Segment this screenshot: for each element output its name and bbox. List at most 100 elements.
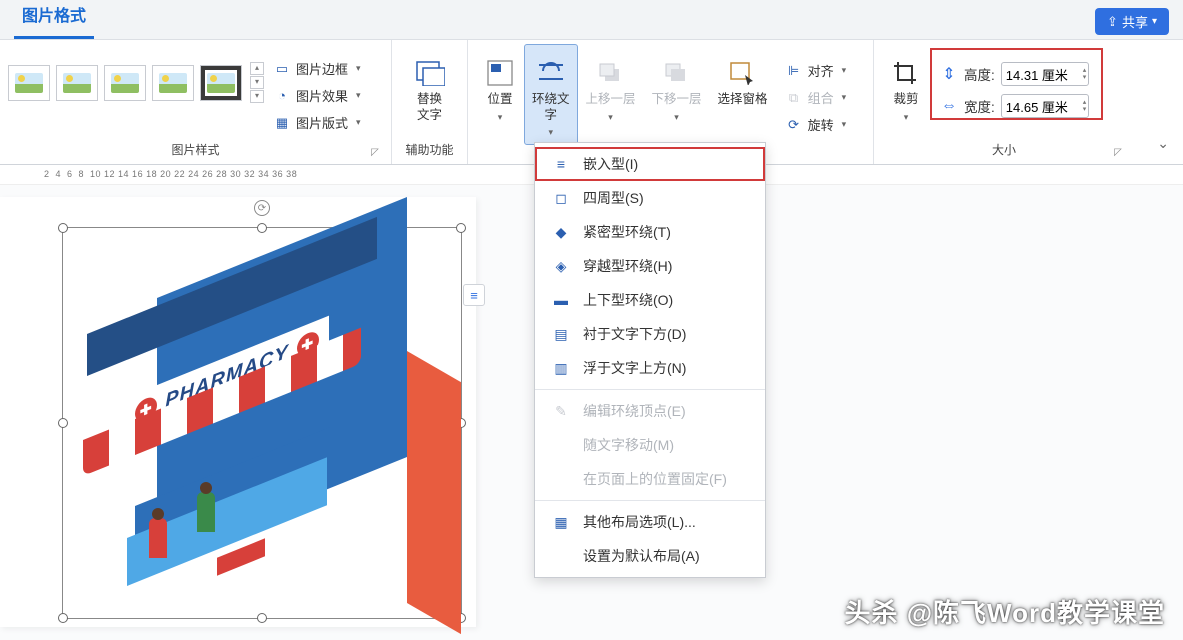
rotate-button[interactable]: ⟳旋转▾ <box>782 112 851 137</box>
height-label: 高度: <box>964 64 995 84</box>
selected-image-frame[interactable]: ⟳ ≡ ✚PHARMACY✚ <box>62 227 462 619</box>
menu-front-text[interactable]: ▥浮于文字上方(N) <box>535 351 765 385</box>
edit-points-icon: ✎ <box>551 403 571 419</box>
selection-pane-icon <box>727 58 759 88</box>
group-button[interactable]: ⧉组合▾ <box>782 85 851 110</box>
group-picture-styles: ▴ ▾ ▾ ▭图片边框▾ ◔图片效果▾ ▦图片版式▾ 图片样式◸ <box>0 40 392 164</box>
width-input[interactable] <box>1001 94 1089 118</box>
menu-inline[interactable]: ≡嵌入型(I) <box>535 147 765 181</box>
menu-set-default-layout[interactable]: 设置为默认布局(A) <box>535 539 765 573</box>
dialog-launcher-icon[interactable]: ◸ <box>369 147 381 159</box>
group-size: 裁剪▾ ⇕ 高度: ▴▾ ⇔ 宽度: ▴▾ 大小◸ <box>874 40 1134 164</box>
menu-behind-text[interactable]: ▤衬于文字下方(D) <box>535 317 765 351</box>
effects-icon: ◔ <box>274 88 290 104</box>
style-thumb-2[interactable] <box>56 65 98 101</box>
height-icon: ⇕ <box>940 65 958 83</box>
menu-through[interactable]: ◈穿越型环绕(H) <box>535 249 765 283</box>
gallery-down[interactable]: ▾ <box>250 76 264 89</box>
style-thumb-selected[interactable] <box>200 65 242 101</box>
width-icon: ⇔ <box>940 97 958 115</box>
menu-square[interactable]: ◻四周型(S) <box>535 181 765 215</box>
wrap-text-icon <box>535 58 567 88</box>
wrap-text-button[interactable]: 环绕文 字▾ <box>524 44 578 145</box>
width-label: 宽度: <box>964 96 995 116</box>
chevron-down-icon: ▾ <box>498 112 503 123</box>
menu-tight[interactable]: ◆紧密型环绕(T) <box>535 215 765 249</box>
page: ⟳ ≡ ✚PHARMACY✚ <box>0 197 476 627</box>
chevron-down-icon: ▾ <box>356 90 361 101</box>
menu-fix-position: 在页面上的位置固定(F) <box>535 462 765 496</box>
menu-top-bottom[interactable]: ▬上下型环绕(O) <box>535 283 765 317</box>
width-spinner[interactable]: ▴▾ <box>1083 99 1093 113</box>
height-spinner[interactable]: ▴▾ <box>1083 67 1093 81</box>
menu-move-with-text: 随文字移动(M) <box>535 428 765 462</box>
pharmacy-illustration: ✚PHARMACY✚ <box>77 278 449 618</box>
share-button[interactable]: ⇪ 共享 ▾ <box>1095 8 1169 35</box>
align-button[interactable]: ⊫对齐▾ <box>782 58 851 83</box>
menu-edit-wrap-points: ✎编辑环绕顶点(E) <box>535 394 765 428</box>
menu-more-layout-options[interactable]: ▦其他布局选项(L)... <box>535 505 765 539</box>
style-thumb-3[interactable] <box>104 65 146 101</box>
chevron-down-icon: ▾ <box>356 63 361 74</box>
gallery-more[interactable]: ▾ <box>250 90 264 103</box>
crop-button[interactable]: 裁剪▾ <box>882 44 930 123</box>
group-label-accessibility: 辅助功能 <box>400 137 459 164</box>
gallery-up[interactable]: ▴ <box>250 62 264 75</box>
tab-bar: 图片格式 ⇪ 共享 ▾ <box>0 0 1183 40</box>
rotate-icon: ⟳ <box>786 117 802 133</box>
alt-text-button[interactable]: 替换 文字 <box>406 44 454 123</box>
ruler-ticks: 2 4 6 8 10 12 14 16 18 20 22 24 26 28 30… <box>44 169 297 179</box>
rotate-handle[interactable]: ⟳ <box>254 200 270 216</box>
size-highlighted-box: ⇕ 高度: ▴▾ ⇔ 宽度: ▴▾ <box>930 48 1103 120</box>
position-button[interactable]: 位置▾ <box>476 44 524 123</box>
inline-icon: ≡ <box>551 156 571 172</box>
topbottom-icon: ▬ <box>551 292 571 308</box>
group-icon: ⧉ <box>786 90 802 106</box>
chevron-down-icon: ▾ <box>356 117 361 128</box>
group-label-size: 大小◸ <box>882 137 1126 164</box>
resize-handle[interactable] <box>58 418 68 428</box>
resize-handle[interactable] <box>456 223 466 233</box>
bring-forward-icon <box>595 58 627 88</box>
picture-border-button[interactable]: ▭图片边框▾ <box>270 56 365 81</box>
tight-icon: ◆ <box>551 224 571 240</box>
picture-style-gallery[interactable]: ▴ ▾ ▾ <box>8 44 264 103</box>
style-thumb-4[interactable] <box>152 65 194 101</box>
bring-forward-button[interactable]: 上移一层▾ <box>578 44 644 123</box>
share-icon: ⇪ <box>1107 14 1118 30</box>
through-icon: ◈ <box>551 258 571 274</box>
collapse-ribbon-button[interactable]: ⌄ <box>1157 135 1169 152</box>
selection-pane-button[interactable]: 选择窗格 <box>710 44 776 108</box>
chevron-down-icon: ▾ <box>842 65 847 76</box>
tab-picture-format[interactable]: 图片格式 <box>14 0 94 39</box>
group-label-styles: 图片样式◸ <box>8 137 383 164</box>
resize-handle[interactable] <box>58 223 68 233</box>
wrap-text-menu: ≡嵌入型(I) ◻四周型(S) ◆紧密型环绕(T) ◈穿越型环绕(H) ▬上下型… <box>534 142 766 578</box>
group-accessibility: 替换 文字 辅助功能 <box>392 40 468 164</box>
chevron-down-icon: ▾ <box>674 112 679 123</box>
watermark: 头杀 @陈飞Word教学课堂 <box>844 593 1165 630</box>
crop-icon <box>890 58 922 88</box>
share-label: 共享 <box>1122 12 1148 31</box>
chevron-down-icon: ▾ <box>904 112 909 123</box>
resize-handle[interactable] <box>257 223 267 233</box>
width-row: ⇔ 宽度: ▴▾ <box>940 94 1093 118</box>
dialog-launcher-icon[interactable]: ◸ <box>1112 147 1124 159</box>
border-icon: ▭ <box>274 61 290 77</box>
send-backward-button[interactable]: 下移一层▾ <box>644 44 710 123</box>
chevron-down-icon: ▾ <box>842 92 847 103</box>
align-icon: ⊫ <box>786 63 802 79</box>
more-layout-icon: ▦ <box>551 514 571 530</box>
alt-text-icon <box>414 58 446 88</box>
resize-handle[interactable] <box>58 613 68 623</box>
send-backward-icon <box>661 58 693 88</box>
front-icon: ▥ <box>551 360 571 376</box>
picture-effects-button[interactable]: ◔图片效果▾ <box>270 83 365 108</box>
height-input[interactable] <box>1001 62 1089 86</box>
style-thumb-1[interactable] <box>8 65 50 101</box>
layout-options-badge[interactable]: ≡ <box>463 284 485 306</box>
square-icon: ◻ <box>551 190 571 206</box>
position-icon <box>484 58 516 88</box>
picture-layout-button[interactable]: ▦图片版式▾ <box>270 110 365 135</box>
chevron-down-icon: ▾ <box>1152 16 1157 27</box>
